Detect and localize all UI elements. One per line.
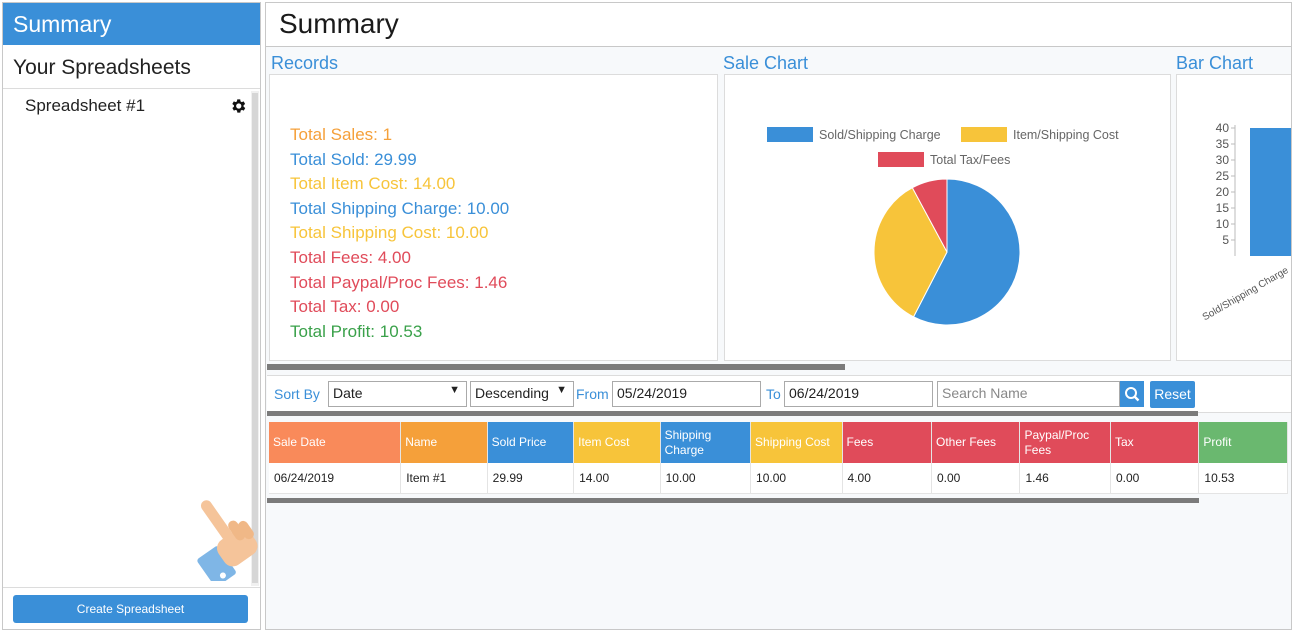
to-date-input[interactable]: 06/24/2019 (784, 381, 933, 407)
bar-chart-panel: 40 35 30 25 20 15 10 5 Sold/Shipping Charge (1176, 74, 1291, 361)
bar-chart-label: Bar Chart (1176, 53, 1254, 73)
table-header-cell[interactable]: Item Cost (573, 422, 661, 463)
y-tick-label: 5 (1222, 233, 1229, 247)
record-line: Total Profit: 10.53 (290, 321, 423, 341)
table-header-row: Sale Date Name Sold Price Item Cost Shipping… (269, 422, 1288, 463)
table-cell: 06/24/2019 (269, 463, 402, 494)
table-cell: Item #1 (400, 463, 488, 494)
search-name-input[interactable]: Search Name (937, 381, 1120, 407)
y-tick-label: 35 (1216, 137, 1230, 151)
table-header-cell[interactable]: Shipping Cost (750, 422, 843, 463)
search-button[interactable] (1120, 381, 1144, 407)
search-icon (1125, 387, 1140, 402)
sort-by-label: Sort By (274, 386, 320, 402)
legend-label: Sold/Shipping Charge (819, 128, 941, 142)
reset-button[interactable]: Reset (1150, 381, 1195, 408)
sidebar-footer: Create Spreadsheet (3, 587, 260, 629)
table-horizontal-scrollbar[interactable] (267, 498, 1199, 503)
legend-swatch (767, 127, 813, 142)
x-category-label: Sold/Shipping Charge (1201, 265, 1291, 323)
y-tick-label: 10 (1216, 217, 1230, 231)
sidebar-subtitle: Your Spreadsheets (3, 45, 260, 89)
pointing-hand-icon (197, 500, 258, 581)
records-label: Records (271, 53, 339, 73)
gear-icon[interactable] (229, 97, 247, 115)
caret-down-icon: ▼ (556, 384, 567, 396)
table-cell: 10.00 (660, 463, 752, 494)
table-cell: 0.00 (1110, 463, 1200, 494)
sales-table: Sale Date Name Sold Price Item Cost Shipping… (269, 422, 1288, 494)
legend-swatch (961, 127, 1007, 142)
from-date-input[interactable]: 05/24/2019 (612, 381, 761, 407)
table-header-cell[interactable]: Other Fees (931, 422, 1021, 463)
table-header-cell[interactable]: Tax (1110, 422, 1200, 463)
record-line: Total Tax: 0.00 (290, 297, 400, 317)
table-cell: 4.00 (842, 463, 933, 494)
bar-chart: 40 35 30 25 20 15 10 5 Sold/Shipping Charge (1201, 121, 1291, 323)
sidebar-item-label: Spreadsheet #1 (25, 96, 146, 115)
record-line: Total Sales: 1 (290, 125, 393, 144)
create-spreadsheet-button[interactable]: Create Spreadsheet (13, 595, 248, 623)
table-cell: 1.46 (1019, 463, 1111, 494)
panels-horizontal-scrollbar[interactable] (267, 364, 845, 370)
main-content: Summary Records Total Sales: 1 Total Sold… (265, 2, 1292, 630)
table-cell: 29.99 (487, 463, 575, 494)
table-header-cell[interactable]: Shipping Charge (660, 422, 752, 463)
table-header-cell[interactable]: Fees (842, 422, 933, 463)
sidebar-item-spreadsheet-1[interactable]: Spreadsheet #1 (3, 89, 251, 123)
to-label: To (766, 386, 781, 402)
bar[interactable] (1250, 128, 1291, 256)
y-tick-label: 25 (1216, 169, 1230, 183)
filter-bar: Sort By Date ▼ Descending ▼ From 05/24/2… (267, 375, 1291, 413)
caret-down-icon: ▼ (449, 384, 460, 396)
y-tick-label: 20 (1216, 185, 1230, 199)
table-cell: 10.53 (1198, 463, 1288, 494)
record-line: Total Shipping Cost: 10.00 (290, 223, 489, 243)
record-line: Total Paypal/Proc Fees: 1.46 (290, 272, 508, 292)
record-line: Total Fees: 4.00 (290, 247, 411, 267)
sale-chart-panel: Sold/Shipping Charge Item/Shipping Cost To… (724, 74, 1171, 361)
sort-order-value: Descending (475, 385, 549, 401)
table-row[interactable]: 06/24/2019 Item #1 29.99 14.00 10.00 10.00 4.0… (269, 463, 1288, 494)
pie-chart: Sold/Shipping Charge Item/Shipping CostTo… (767, 127, 1119, 326)
sort-order-select[interactable]: Descending ▼ (470, 381, 574, 407)
table-header-cell[interactable]: Paypal/Proc Fees (1019, 422, 1111, 463)
table-cell: 14.00 (573, 463, 661, 494)
sort-field-value: Date (333, 385, 363, 401)
sort-field-select[interactable]: Date ▼ (328, 381, 467, 407)
table-cell: 10.00 (750, 463, 843, 494)
record-line: Total Shipping Charge: 10.00 (290, 198, 510, 218)
record-line: Total Sold: 29.99 (290, 149, 417, 169)
sale-chart-label: Sale Chart (723, 53, 809, 73)
records-panel: Total Sales: 1 Total Sold: 29.99 Total Ite… (269, 74, 718, 361)
table-body: 06/24/2019 Item #1 29.99 14.00 10.00 10.00 4.0… (269, 463, 1288, 494)
from-label: From (576, 386, 609, 402)
table-header-cell[interactable]: Name (400, 422, 488, 463)
table-header-cell[interactable]: Sale Date (269, 422, 402, 463)
legend-swatch (878, 152, 924, 167)
records-list: Total Sales: 1 Total Sold: 29.99 Total Ite… (290, 123, 697, 344)
table-header-cell[interactable]: Profit (1198, 422, 1288, 463)
filter-horizontal-scrollbar[interactable] (267, 411, 1198, 416)
page-title: Summary (266, 3, 1291, 47)
table-header-cell[interactable]: Sold Price (487, 422, 575, 463)
sidebar-header[interactable]: Summary (3, 3, 260, 45)
legend-label: Total Tax/Fees (930, 153, 1010, 167)
table-cell: 0.00 (931, 463, 1021, 494)
y-tick-label: 15 (1216, 201, 1230, 215)
legend-label: Item/Shipping Cost (1013, 128, 1119, 142)
y-tick-label: 40 (1216, 121, 1230, 135)
y-tick-label: 30 (1216, 153, 1230, 167)
record-line: Total Item Cost: 14.00 (290, 174, 456, 194)
